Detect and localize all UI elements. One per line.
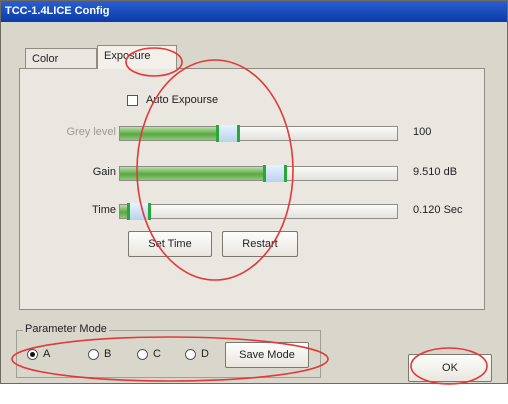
gain-slider[interactable] [119, 165, 398, 182]
window-title: TCC-1.4LICE Config [5, 5, 110, 17]
title-bar: TCC-1.4LICE Config [1, 1, 507, 22]
auto-exposure-label: Auto Expourse [146, 94, 219, 106]
gain-value: 9.510 dB [413, 166, 458, 178]
mode-c-label: C [153, 348, 161, 360]
exposure-panel: Auto Expourse Grey level 100 Gain 9.510 … [19, 68, 485, 310]
time-value: 0.120 Sec [413, 204, 463, 216]
tab-color-adjust[interactable]: Color Adjust [25, 48, 97, 85]
mode-c-radio[interactable] [137, 349, 148, 360]
time-thumb[interactable] [127, 203, 151, 220]
save-mode-button[interactable]: Save Mode [225, 342, 309, 368]
gain-fill [120, 167, 275, 180]
time-slider[interactable] [119, 203, 398, 220]
gain-thumb[interactable] [263, 165, 287, 182]
ok-button[interactable]: OK [408, 354, 492, 382]
mode-b-radio[interactable] [88, 349, 99, 360]
mode-d-radio[interactable] [185, 349, 196, 360]
parameter-mode-title: Parameter Mode [23, 323, 109, 335]
grey-level-label: Grey level [66, 126, 116, 138]
mode-a-radio[interactable] [27, 349, 38, 360]
tab-label: Exposure [104, 50, 151, 62]
grey-level-fill [120, 127, 228, 140]
grey-level-thumb[interactable] [216, 125, 240, 142]
set-time-button[interactable]: Set Time [128, 231, 212, 257]
config-window: TCC-1.4LICE Config Color Adjust Exposure… [0, 0, 508, 384]
grey-level-value: 100 [413, 126, 432, 138]
time-label: Time [91, 204, 116, 216]
tab-exposure[interactable]: Exposure [97, 45, 177, 69]
mode-a-label: A [43, 348, 51, 360]
restart-button[interactable]: Restart [222, 231, 298, 257]
mode-b-label: B [104, 348, 112, 360]
radio-dot [30, 352, 35, 357]
mode-d-label: D [201, 348, 209, 360]
gain-label: Gain [92, 166, 116, 178]
grey-level-slider[interactable] [119, 125, 398, 142]
auto-exposure-checkbox[interactable] [127, 95, 138, 106]
